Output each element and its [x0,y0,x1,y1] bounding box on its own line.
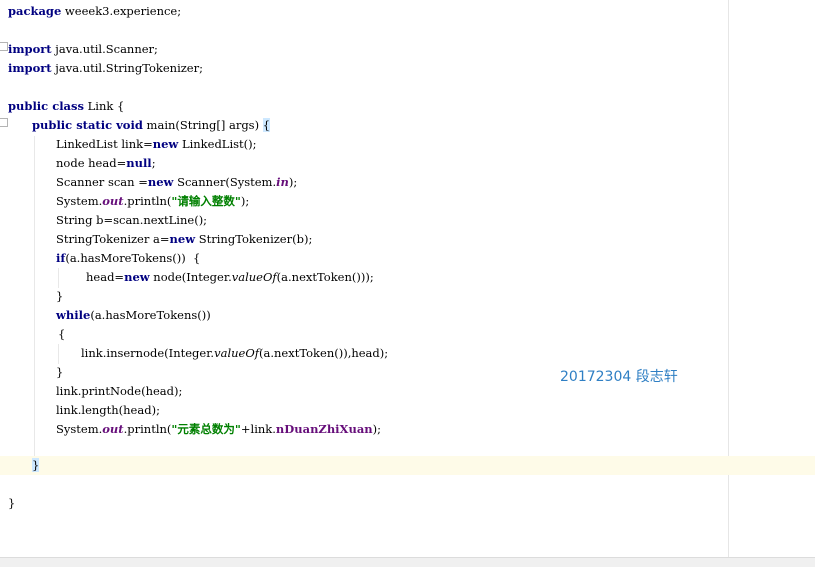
code-text: ); [240,194,250,208]
author-annotation: 20172304 段志轩 [560,369,678,385]
code-line[interactable]: link.insernode(Integer.valueOf(a.nextTok… [81,344,388,363]
matched-brace: } [32,458,40,472]
code-text: node(Integer. [149,270,232,284]
code-text: LinkedList(); [178,137,257,151]
keyword: static [72,118,113,132]
instance-field: nDuanZhiXuan [275,422,373,436]
code-text: Scanner(System. [173,175,277,189]
keyword: if [56,251,66,265]
code-text: System. [56,194,103,208]
code-editor[interactable]: package weeek3.experience; import java.u… [0,0,815,566]
static-field: in [276,175,289,189]
keyword: class [48,99,84,113]
code-text: ; [151,156,156,170]
code-text: .println( [123,422,172,436]
code-text: java.util.StringTokenizer; [51,61,203,75]
current-line-highlight [0,456,815,475]
code-text: node head= [56,156,127,170]
code-text: StringTokenizer a= [56,232,170,246]
code-line[interactable]: if(a.hasMoreTokens()) { [56,249,200,268]
code-line[interactable]: LinkedList link=new LinkedList(); [56,135,257,154]
indent-guide [58,344,59,364]
code-line[interactable]: } [32,456,40,475]
code-line[interactable]: link.printNode(head); [56,382,182,401]
code-line[interactable]: System.out.println("元素总数为"+link.nDuanZhi… [56,420,381,439]
code-text: } [56,365,64,379]
keyword: while [56,308,91,322]
code-text: .println( [123,194,172,208]
code-text: weeek3.experience; [61,4,182,18]
code-text: ); [288,175,298,189]
code-text: Link { [83,99,125,113]
code-text: } [8,496,16,510]
code-line[interactable]: import java.util.Scanner; [8,40,158,59]
static-method: valueOf [214,346,260,360]
code-text: } [56,289,64,303]
code-line[interactable]: package weeek3.experience; [8,2,181,21]
keyword: null [126,156,152,170]
code-text: String b=scan.nextLine(); [56,213,208,227]
keyword: void [112,118,143,132]
string-literal: "请输入整数" [171,194,241,208]
code-line[interactable]: { [58,325,65,344]
keyword: new [152,137,179,151]
keyword: new [169,232,196,246]
code-text: LinkedList link= [56,137,153,151]
keyword: import [8,61,52,75]
static-field: out [102,422,124,436]
code-text: link.insernode(Integer. [81,346,215,360]
code-line[interactable]: link.length(head); [56,401,160,420]
code-line[interactable]: String b=scan.nextLine(); [56,211,207,230]
keyword: public [8,99,49,113]
code-line[interactable]: public static void main(String[] args) { [32,116,271,135]
keyword: package [8,4,62,18]
static-field: out [102,194,124,208]
keyword: import [8,42,52,56]
indent-guide [58,268,59,288]
matched-brace: { [262,118,271,132]
code-text: java.util.Scanner; [51,42,158,56]
static-method: valueOf [231,270,277,284]
code-text: (a.nextToken()),head); [259,346,389,360]
code-line[interactable]: Scanner scan =new Scanner(System.in); [56,173,297,192]
code-text: (a.hasMoreTokens()) { [65,251,201,265]
code-line[interactable]: public class Link { [8,97,124,116]
code-text: link.length(head); [56,403,160,417]
code-text: (a.nextToken())); [276,270,374,284]
code-line[interactable]: } [56,287,63,306]
code-line[interactable]: node head=null; [56,154,156,173]
code-line[interactable]: StringTokenizer a=new StringTokenizer(b)… [56,230,312,249]
code-text: head= [86,270,125,284]
code-line[interactable]: System.out.println("请输入整数"); [56,192,249,211]
code-text: { [58,327,66,341]
keyword: new [124,270,150,284]
code-line[interactable]: import java.util.StringTokenizer; [8,59,203,78]
code-line[interactable]: while(a.hasMoreTokens()) [56,306,211,325]
code-text: link.printNode(head); [56,384,183,398]
code-text: ); [372,422,382,436]
keyword: public [32,118,73,132]
code-text: Scanner scan = [56,175,148,189]
indent-guide [34,136,35,456]
code-line[interactable]: } [8,494,15,513]
string-literal: "元素总数为" [171,422,241,436]
code-text: System. [56,422,103,436]
code-text: StringTokenizer(b); [195,232,313,246]
code-line[interactable]: head=new node(Integer.valueOf(a.nextToke… [86,268,374,287]
code-text: main(String[] args) [142,118,263,132]
code-line[interactable]: } [56,363,63,382]
fold-marker[interactable] [0,42,8,51]
keyword: new [147,175,174,189]
fold-marker[interactable] [0,118,8,127]
code-text: (a.hasMoreTokens()) [90,308,211,322]
code-text: +link. [240,422,276,436]
